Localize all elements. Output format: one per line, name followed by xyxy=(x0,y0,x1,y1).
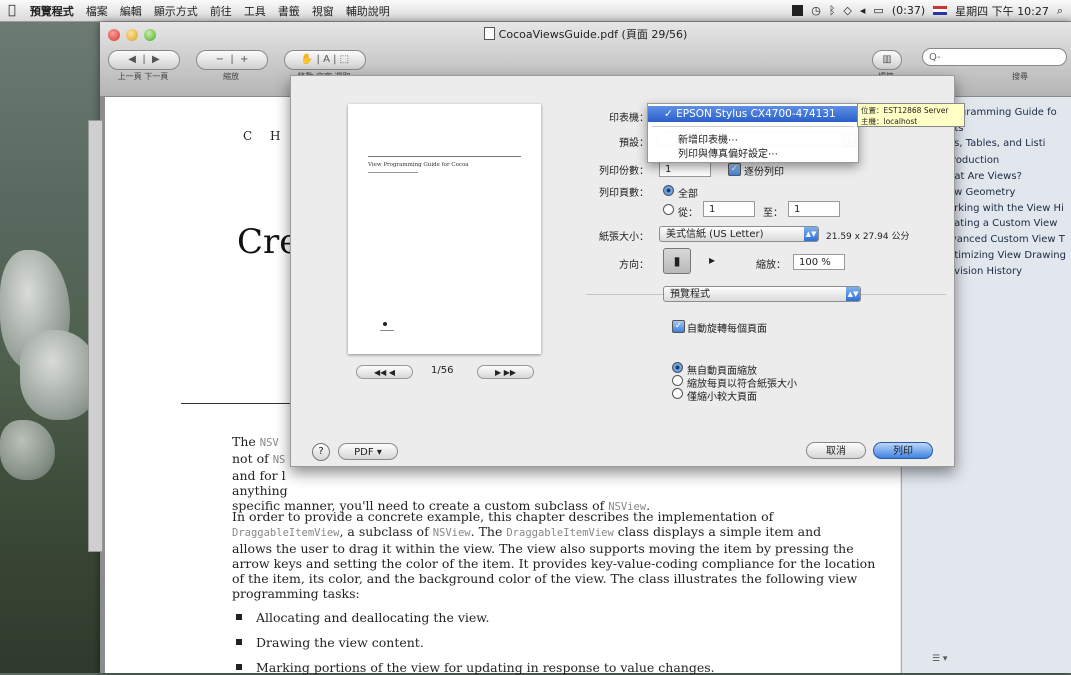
preview-rule xyxy=(368,156,521,157)
sidebar-action-button[interactable]: ☰ ▾ xyxy=(932,654,947,664)
preview-title: View Programming Guide for Cocoa xyxy=(368,162,469,168)
preview-next-button[interactable]: ▶ ▶▶ xyxy=(477,365,534,379)
pages-from-field[interactable]: 1 xyxy=(703,201,755,217)
copies-field[interactable]: 1 xyxy=(659,161,711,177)
page-counter: 1/56 xyxy=(431,365,454,376)
search-field[interactable]: Q- xyxy=(922,48,1067,66)
pdf-button[interactable]: PDF ▾ xyxy=(338,443,398,460)
pages-to-label: 至： xyxy=(763,208,783,219)
copies-label: 列印份數： xyxy=(599,166,649,177)
auto-rotate-label: 自動旋轉每個頁面 xyxy=(687,324,767,335)
app-section-popup[interactable]: 預覽程式 ▲▼ xyxy=(663,286,861,302)
paragraph-2: In order to provide a concrete example, … xyxy=(232,509,876,601)
print-prefs-item[interactable]: 列印與傳真偏好設定⋯ xyxy=(678,145,778,160)
shrink-only-radio[interactable] xyxy=(672,388,683,399)
add-printer-item[interactable]: 新增印表機⋯ xyxy=(678,131,738,146)
landscape-orientation-icon[interactable]: ▸ xyxy=(699,248,725,272)
preview-logo xyxy=(383,322,387,326)
toc-item[interactable]: eating a Custom View xyxy=(948,218,1057,229)
print-preview: View Programming Guide for Cocoa xyxy=(348,104,541,354)
pages-all-label: 全部 xyxy=(678,189,698,200)
menu-window[interactable]: 視窗 xyxy=(306,3,340,19)
pages-from-label: 從： xyxy=(678,208,698,219)
printer-menu-selected[interactable]: ✓ EPSON Stylus CX4700-474131 xyxy=(648,106,858,122)
help-button[interactable]: ? xyxy=(312,443,330,461)
scale-label: 縮放： xyxy=(756,260,786,271)
presets-label: 預設： xyxy=(619,138,649,149)
time-machine-icon[interactable]: ◷ xyxy=(811,4,821,17)
zoom-label: 縮放 xyxy=(223,72,239,81)
pages-to-field[interactable]: 1 xyxy=(788,201,840,217)
status-app-icon[interactable] xyxy=(792,5,804,16)
menu-help[interactable]: 輔助說明 xyxy=(340,3,396,19)
cancel-button[interactable]: 取消 xyxy=(806,442,866,459)
menu-go[interactable]: 前往 xyxy=(204,3,238,19)
portrait-orientation-icon[interactable]: ▮ xyxy=(663,248,691,274)
paper-size-popup[interactable]: 美式信紙 (US Letter) ▲▼ xyxy=(659,226,819,242)
menu-view[interactable]: 顯示方式 xyxy=(148,3,204,19)
toc-item[interactable]: es, Tables, and Listi xyxy=(948,138,1045,149)
scale-to-fit-radio[interactable] xyxy=(672,375,683,386)
menubar-status: ◷ ᛒ ◇ ◂ ▭ (0:37) 星期四 下午 10:27 ⌕ xyxy=(792,0,1063,21)
tool-mode-buttons[interactable]: ✋ | A | ⬚ xyxy=(284,50,366,70)
toc-item[interactable]: troduction xyxy=(948,155,999,166)
printer-label: 印表機： xyxy=(609,113,649,124)
toc-item[interactable]: lvanced Custom View T xyxy=(948,234,1065,245)
orientation-label: 方向： xyxy=(619,260,649,271)
toc-item[interactable]: ew Geometry xyxy=(948,187,1015,198)
menu-bookmarks[interactable]: 書籤 xyxy=(272,3,306,19)
popup-arrows-icon: ▲▼ xyxy=(804,227,818,241)
collate-checkbox[interactable]: ✓ xyxy=(728,163,741,176)
toc-item[interactable]: hat Are Views? xyxy=(948,171,1022,182)
prev-next-label: 上一頁 下一頁 xyxy=(117,72,169,81)
zoom-buttons[interactable]: − | + xyxy=(196,50,268,70)
search-label: 搜尋 xyxy=(1012,72,1028,81)
paper-dimensions: 21.59 x 27.94 公分 xyxy=(826,232,910,242)
bullet-item: Drawing the view content. xyxy=(236,635,424,650)
preview-subtitle-line xyxy=(368,172,418,173)
input-flag-icon[interactable] xyxy=(933,6,948,15)
spotlight-icon[interactable]: ⌕ xyxy=(1057,4,1063,18)
printer-tooltip: 位置：EST12868 Server 主機：localhost xyxy=(857,103,965,127)
paper-size-label: 紙張大小： xyxy=(599,232,649,243)
menu-tools[interactable]: 工具 xyxy=(238,3,272,19)
menu-separator xyxy=(652,126,854,127)
bullet-marker xyxy=(236,614,242,620)
bullet-item: Allocating and deallocating the view. xyxy=(236,610,490,625)
shrink-only-label: 僅縮小較大頁面 xyxy=(687,392,757,403)
menu-edit[interactable]: 編輯 xyxy=(114,3,148,19)
auto-rotate-checkbox[interactable]: ✓ xyxy=(672,320,685,333)
toc-item[interactable]: evision History xyxy=(948,266,1022,277)
prev-next-buttons[interactable]: ◀ | ▶ xyxy=(108,50,180,70)
pages-range-radio[interactable] xyxy=(663,204,674,215)
bullet-marker xyxy=(236,639,242,645)
popup-arrows-icon: ▲▼ xyxy=(846,287,860,301)
volume-icon[interactable]: ◂ xyxy=(860,4,866,17)
pages-label: 列印頁數： xyxy=(599,188,649,199)
battery-time[interactable]: (0:37) xyxy=(892,4,925,17)
page-left-rail xyxy=(88,120,103,552)
scale-field[interactable]: 100 % xyxy=(793,254,845,270)
printer-menu: ✓ EPSON Stylus CX4700-474131 新增印表機⋯ 列印與傳… xyxy=(647,103,859,163)
bluetooth-icon[interactable]: ᛒ xyxy=(829,4,836,17)
menu-app[interactable]: 預覽程式 xyxy=(24,3,80,19)
preview-logo-text xyxy=(380,330,394,331)
battery-icon[interactable]: ▭ xyxy=(873,4,883,17)
menu-bar:  預覽程式 檔案 編輯 顯示方式 前往 工具 書籤 視窗 輔助說明 ◷ ᛒ ◇… xyxy=(0,0,1071,22)
pages-all-radio[interactable] xyxy=(663,185,674,196)
no-scaling-radio[interactable] xyxy=(672,362,683,373)
preview-prev-button[interactable]: ◀◀ ◀ xyxy=(356,365,413,379)
toc-item[interactable]: ptimizing View Drawing xyxy=(948,250,1066,261)
clock[interactable]: 星期四 下午 10:27 xyxy=(955,3,1049,19)
toc-item[interactable]: orking with the View Hi xyxy=(948,203,1064,214)
bullet-marker xyxy=(236,664,242,670)
wifi-icon[interactable]: ◇ xyxy=(843,4,851,17)
print-button[interactable]: 列印 xyxy=(873,442,933,459)
menu-file[interactable]: 檔案 xyxy=(80,3,114,19)
sidebar-toggle-button[interactable]: ▥ xyxy=(872,50,902,70)
collate-label: 逐份列印 xyxy=(744,167,784,178)
pdf-document-icon xyxy=(483,27,495,40)
window-title: CocoaViewsGuide.pdf (頁面 29/56) xyxy=(100,26,1071,42)
apple-icon[interactable]:  xyxy=(0,3,24,18)
